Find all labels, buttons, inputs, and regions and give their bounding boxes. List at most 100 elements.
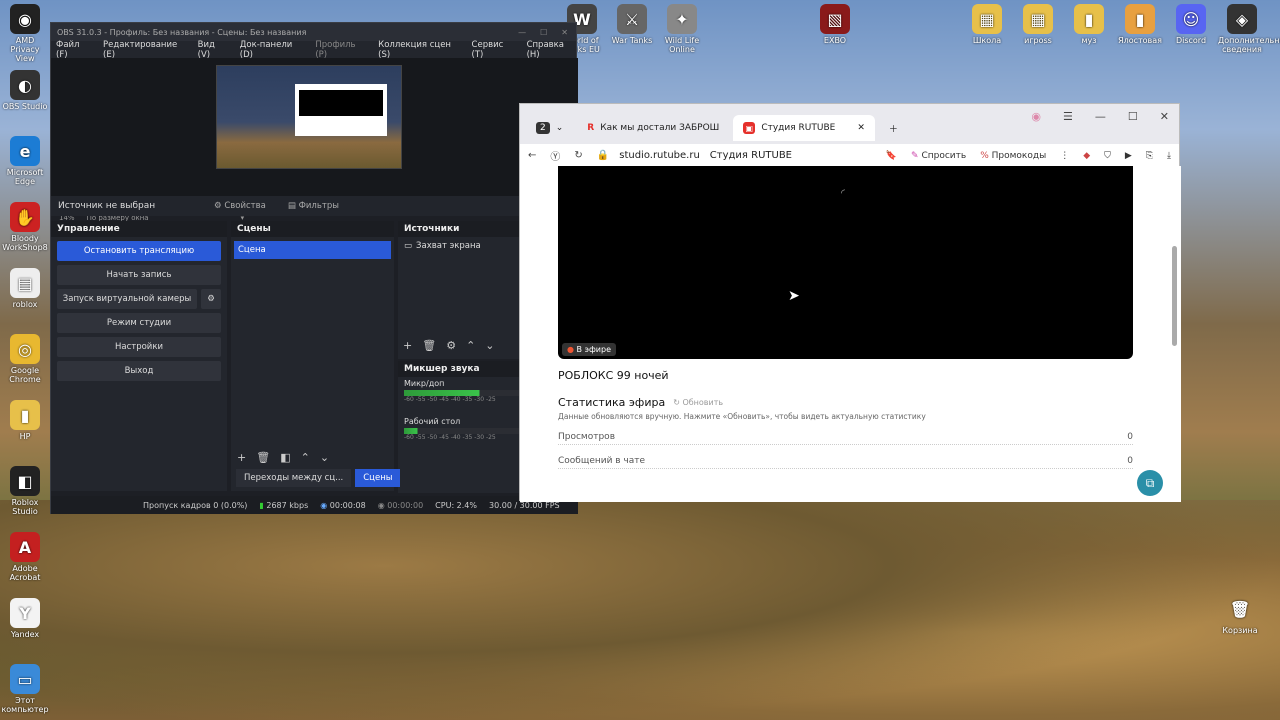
- extension-icon[interactable]: ◆: [1083, 151, 1090, 161]
- back-icon[interactable]: ←: [528, 150, 536, 161]
- gear-icon[interactable]: ⚙: [446, 339, 456, 352]
- refresh-button[interactable]: ↻ Обновить: [673, 398, 723, 407]
- filter-icon[interactable]: ◧: [280, 451, 290, 464]
- desktop-icon[interactable]: ◎ Google Chrome: [1, 334, 49, 384]
- source-toolbar: Источник не выбран ⚙ Свойства ▤ Фильтры: [51, 196, 578, 216]
- minimize-icon[interactable]: —: [1095, 110, 1106, 123]
- desktop-icon[interactable]: ◐ OBS Studio: [1, 70, 49, 111]
- maximize-icon[interactable]: ☐: [1128, 110, 1138, 123]
- menu-view[interactable]: Вид (V): [198, 40, 228, 60]
- menu-profile[interactable]: Профиль (P): [315, 40, 366, 60]
- trash-icon[interactable]: 🗑: [422, 339, 436, 352]
- more-icon[interactable]: ⋮: [1060, 151, 1069, 161]
- desktop-icon[interactable]: ▧ EXBO: [811, 4, 859, 45]
- app-icon: ▮: [1125, 4, 1155, 34]
- video-icon[interactable]: ▶: [1125, 151, 1132, 161]
- desktop-icon[interactable]: ✦ Wild Life Online: [658, 4, 706, 54]
- browser-tab-2[interactable]: ▣ Студия RUTUBE ✕: [733, 115, 875, 141]
- close-icon[interactable]: ✕: [561, 28, 568, 37]
- desktop-icon[interactable]: 🗑 Корзина: [1216, 594, 1264, 635]
- desktop-icon[interactable]: ☺ Discord: [1167, 4, 1215, 45]
- start-record-button[interactable]: Начать запись: [57, 265, 221, 285]
- desktop-icon[interactable]: ▦ игроss: [1014, 4, 1062, 45]
- yandex-icon[interactable]: Ⓨ: [550, 148, 560, 163]
- desktop-icon-label: EXBO: [823, 36, 847, 45]
- chevron-up-icon[interactable]: ⌃: [466, 339, 475, 352]
- desktop-icon-label: Wild Life Online: [664, 36, 700, 54]
- shield-icon[interactable]: ⛉: [1104, 151, 1111, 161]
- menu-help[interactable]: Справка (H): [527, 40, 576, 60]
- plus-icon[interactable]: +: [403, 339, 412, 352]
- url-text: studio.rutube.ru: [619, 150, 700, 161]
- gear-icon[interactable]: ⚙: [201, 289, 221, 309]
- tab-transitions[interactable]: Переходы между сц...: [236, 469, 352, 487]
- browser-tabbar: 2 ⌄ R Как мы достали ЗАБРОШ ▣ Студия RUT…: [520, 104, 1179, 144]
- app-icon: ◧: [10, 466, 40, 496]
- download-icon[interactable]: ⤓: [1167, 151, 1171, 161]
- scrollbar[interactable]: [1172, 246, 1177, 346]
- virtual-camera-button[interactable]: Запуск виртуальной камеры: [57, 289, 197, 309]
- desktop-icon-label: Yandex: [10, 630, 40, 639]
- address-bar[interactable]: 🔒 studio.rutube.ru Студия RUTUBE: [597, 150, 792, 161]
- desktop-icon[interactable]: ▤ roblox: [1, 268, 49, 309]
- desktop-icon[interactable]: A Adobe Acrobat: [1, 532, 49, 582]
- close-icon[interactable]: ✕: [1160, 110, 1169, 123]
- maximize-icon[interactable]: ☐: [540, 28, 547, 37]
- profile-icon[interactable]: ◉: [1031, 110, 1041, 123]
- new-tab-button[interactable]: ＋: [879, 115, 908, 141]
- bookmark-icon[interactable]: 🔖: [886, 151, 897, 161]
- app-icon: e: [10, 136, 40, 166]
- desktop-icon[interactable]: ▮ Ялостовая: [1116, 4, 1164, 45]
- desktop-icon[interactable]: ◉ AMD Privacy View: [1, 4, 49, 63]
- desktop-icon[interactable]: ▮ HP: [1, 400, 49, 441]
- menu-edit[interactable]: Редактирование (E): [103, 40, 186, 60]
- desktop-icon[interactable]: ▦ Школа: [963, 4, 1011, 45]
- chevron-down-icon[interactable]: ⌄: [485, 339, 494, 352]
- desktop-icon[interactable]: e Microsoft Edge: [1, 136, 49, 186]
- desktop-icon-label: Adobe Acrobat: [9, 564, 41, 582]
- minimize-icon[interactable]: —: [518, 28, 526, 37]
- ask-button[interactable]: ✎ Спросить: [911, 151, 966, 161]
- app-icon: ▮: [10, 400, 40, 430]
- filters-button[interactable]: ▤ Фильтры: [282, 199, 345, 213]
- desktop-icon[interactable]: ▭ Этот компьютер: [1, 664, 49, 714]
- scenes-toolbar: + 🗑 ◧ ⌃ ⌄: [237, 451, 329, 464]
- desktop-wallpaper: [0, 500, 1280, 720]
- exit-button[interactable]: Выход: [57, 361, 221, 381]
- trash-icon[interactable]: 🗑: [256, 451, 270, 464]
- studio-mode-button[interactable]: Режим студии: [57, 313, 221, 333]
- desktop-icon-label: муз: [1081, 36, 1097, 45]
- desktop-icon[interactable]: ✋ Bloody WorkShop8: [1, 202, 49, 252]
- menu-tools[interactable]: Сервис (T): [472, 40, 515, 60]
- desktop-icon[interactable]: ⚔ War Tanks: [608, 4, 656, 45]
- close-icon[interactable]: ✕: [857, 123, 865, 133]
- scene-item[interactable]: Сцена: [234, 241, 391, 259]
- tab-scenes[interactable]: Сцены: [355, 469, 401, 487]
- desktop-icon[interactable]: Y Yandex: [1, 598, 49, 639]
- desktop-icon[interactable]: ◈ Дополнительные сведения: [1218, 4, 1280, 54]
- desktop-icon[interactable]: ◧ Roblox Studio: [1, 466, 49, 516]
- chevron-down-icon[interactable]: ⌄: [320, 451, 329, 464]
- chevron-up-icon[interactable]: ⌃: [301, 451, 310, 464]
- settings-button[interactable]: Настройки: [57, 337, 221, 357]
- reload-icon[interactable]: ↻: [574, 150, 582, 161]
- desktop-icon[interactable]: ▮ муз: [1065, 4, 1113, 45]
- screenshot-icon[interactable]: ⎘: [1146, 151, 1153, 161]
- menu-file[interactable]: Файл (F): [56, 40, 91, 60]
- properties-button[interactable]: ⚙ Свойства: [208, 199, 272, 213]
- video-player[interactable]: ◜ ● В эфире: [558, 166, 1133, 359]
- menu-icon[interactable]: ☰: [1063, 110, 1073, 123]
- plus-icon[interactable]: +: [237, 451, 246, 464]
- sources-toolbar: + 🗑 ⚙ ⌃ ⌄: [403, 339, 495, 352]
- obs-preview[interactable]: 14% По размеру окна ▾: [51, 58, 578, 222]
- desktop-icon-label: Корзина: [1222, 626, 1258, 635]
- tab-counter[interactable]: 2 ⌄: [526, 115, 573, 141]
- menu-docks[interactable]: Док-панели (D): [240, 40, 304, 60]
- browser-tab-1[interactable]: R Как мы достали ЗАБРОШ: [577, 115, 729, 141]
- promo-button[interactable]: % Промокоды: [980, 151, 1046, 161]
- stop-stream-button[interactable]: Остановить трансляцию: [57, 241, 221, 261]
- filter-icon: ▤: [287, 201, 296, 211]
- desktop-icon-label: HP: [19, 432, 31, 441]
- menu-scene-collection[interactable]: Коллекция сцен (S): [378, 40, 459, 60]
- help-chat-button[interactable]: ⧉: [1137, 470, 1163, 496]
